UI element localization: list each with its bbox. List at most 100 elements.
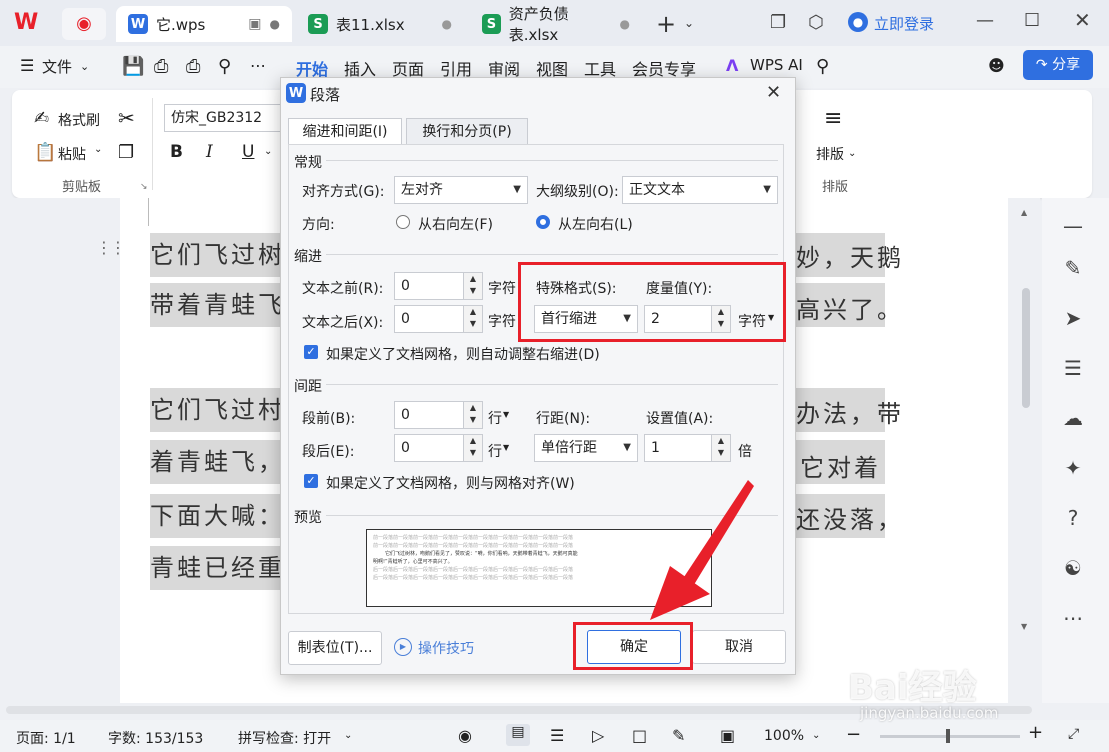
collapse-line-icon[interactable]: — (1060, 214, 1086, 240)
bold-button[interactable]: B (170, 142, 183, 162)
minimize-icon[interactable]: — (976, 10, 994, 31)
help-icon[interactable]: ? (1060, 506, 1086, 532)
tips-play-icon[interactable]: ▶ (394, 638, 412, 656)
ltr-label[interactable]: 从左向右(L) (558, 214, 633, 234)
shirt-icon[interactable]: ☯ (1060, 556, 1086, 582)
dialog-close-icon[interactable]: ✕ (766, 82, 781, 103)
format-brush-icon[interactable]: ✍ (34, 108, 49, 129)
print-icon[interactable]: ⎙ (186, 56, 200, 77)
doc-fragment[interactable]: 办法，带 (796, 394, 904, 429)
paste-chevron-icon[interactable]: ⌄ (94, 144, 102, 155)
wps-ai-menu[interactable]: WPS AI (750, 56, 803, 74)
wps-ai-icon[interactable]: Λ (726, 56, 738, 75)
grid-align-checkbox[interactable]: ✓ (304, 474, 318, 488)
pen-icon[interactable]: ✎ (1060, 256, 1086, 282)
copy-icon[interactable]: ❐ (118, 142, 134, 163)
docer-icon[interactable]: ◉ (62, 8, 106, 40)
doc-fragment[interactable]: 还没落， (796, 500, 904, 535)
auto-adjust-label[interactable]: 如果定义了文档网格，则自动调整右缩进(D) (326, 344, 600, 364)
indent-after-stepper[interactable]: ▲ ▼ (463, 305, 483, 333)
eye-icon[interactable]: ◉ (458, 726, 472, 745)
line-spacing-select[interactable]: 单倍行距 ▼ (534, 434, 638, 462)
cube-icon[interactable]: ⬡ (808, 12, 824, 33)
font-name-input[interactable]: 仿宋_GB2312 (164, 104, 282, 132)
chat-icon[interactable]: ☻ (988, 56, 1005, 75)
set-value-input[interactable]: 1 (644, 434, 712, 462)
zoom-in-icon[interactable]: + (1028, 722, 1043, 743)
zoom-chevron-icon[interactable]: ⌄ (812, 730, 820, 741)
space-after-input[interactable]: 0 (394, 434, 464, 462)
expand-icon[interactable]: ⤢ (1068, 726, 1079, 742)
indent-before-stepper[interactable]: ▲ ▼ (463, 272, 483, 300)
cloud-icon[interactable]: ☁ (1060, 406, 1086, 432)
indent-after-input[interactable]: 0 (394, 305, 464, 333)
space-before-input[interactable]: 0 (394, 401, 464, 429)
tab-wps-doc[interactable]: W 它.wps ▣ ● (116, 6, 292, 42)
save-icon[interactable]: 💾 (122, 56, 144, 77)
spell-chevron-icon[interactable]: ⌄ (344, 730, 352, 741)
tab-list-chevron-icon[interactable]: ⌄ (684, 16, 694, 30)
doc-fragment[interactable]: 高兴了。 (796, 290, 904, 325)
underline-chevron-icon[interactable]: ⌄ (264, 146, 272, 157)
share-button[interactable]: ↷ 分享 (1023, 50, 1093, 80)
zoom-slider[interactable] (880, 735, 1020, 738)
italic-button[interactable]: I (206, 142, 213, 162)
paste-label[interactable]: 粘贴 (58, 144, 86, 164)
maximize-icon[interactable]: ☐ (1024, 10, 1040, 31)
cut-icon[interactable]: ✂ (118, 106, 135, 130)
tab-stops-button[interactable]: 制表位(T)... (288, 631, 382, 665)
fit-page-icon[interactable]: ▣ (720, 726, 735, 745)
scroll-up-icon[interactable]: ▲ (1021, 208, 1027, 217)
doc-fragment[interactable]: 它对着 (800, 448, 881, 483)
write-view-icon[interactable]: ✎ (672, 726, 685, 745)
tips-link[interactable]: 操作技巧 (418, 638, 474, 658)
window-copy-icon[interactable]: ❐ (770, 12, 786, 33)
tab-xlsx-1[interactable]: S 表11.xlsx ● (296, 6, 464, 42)
wps-logo-icon[interactable]: W (14, 10, 46, 38)
new-tab-plus-icon[interactable]: + (656, 10, 676, 38)
scroll-down-icon[interactable]: ▼ (1021, 622, 1027, 631)
rtl-radio[interactable] (396, 215, 410, 229)
print-preview-icon[interactable]: ⚲ (218, 56, 231, 77)
space-before-stepper[interactable]: ▲ ▼ (463, 401, 483, 429)
more-dots-icon[interactable]: ⋯ (1060, 606, 1086, 632)
paste-icon[interactable]: 📋 (34, 142, 56, 163)
drag-handle-icon[interactable]: ⋮⋮ (96, 238, 126, 257)
spell-check[interactable]: 拼写检查: 打开 (238, 728, 331, 748)
hamburger-icon[interactable]: ☰ (20, 56, 34, 75)
indent-before-input[interactable]: 0 (394, 272, 464, 300)
file-menu[interactable]: 文件 (42, 56, 72, 77)
login-link[interactable]: 立即登录 (874, 13, 934, 34)
zoom-level[interactable]: 100% (764, 728, 804, 744)
underline-button[interactable]: U (242, 142, 254, 162)
set-value-stepper[interactable]: ▲ ▼ (711, 434, 731, 462)
unsaved-dot-icon[interactable]: ● (270, 17, 280, 31)
arrange-icon[interactable]: ≡ (824, 106, 842, 131)
doc-fragment[interactable]: 妙，天鹅 (796, 238, 904, 273)
word-count[interactable]: 字数: 153/153 (108, 728, 203, 748)
grid-align-label[interactable]: 如果定义了文档网格，则与网格对齐(W) (326, 473, 575, 493)
zoom-slider-thumb[interactable] (946, 729, 950, 743)
close-window-icon[interactable]: ✕ (1074, 8, 1091, 32)
outline-view-icon[interactable]: ☰ (550, 726, 564, 745)
space-before-unit[interactable]: 行 (488, 408, 502, 428)
outline-select[interactable]: 正文文本 ▼ (622, 176, 778, 204)
sliders-icon[interactable]: ☰ (1060, 356, 1086, 382)
arrange-chevron-icon[interactable]: ⌄ (848, 148, 856, 159)
read-view-icon[interactable]: □ (632, 726, 647, 745)
auto-adjust-checkbox[interactable]: ✓ (304, 345, 318, 359)
search-icon[interactable]: ⚲ (816, 56, 829, 77)
tab-xlsx-2[interactable]: S 资产负债表.xlsx ● (470, 5, 642, 44)
unsaved-dot-icon[interactable]: ● (442, 17, 452, 31)
doc-line-6[interactable]: 青蛙已经重 (150, 546, 290, 590)
export-icon[interactable]: ⎙ (154, 56, 168, 77)
arrange-label[interactable]: 排版 (816, 144, 844, 164)
ltr-radio[interactable] (536, 215, 550, 229)
rtl-label[interactable]: 从右向左(F) (418, 214, 493, 234)
unsaved-dot-icon[interactable]: ● (620, 17, 630, 31)
space-after-unit-arrow-icon[interactable]: ▼ (503, 443, 509, 452)
web-view-icon[interactable]: ▷ (592, 726, 604, 745)
align-select[interactable]: 左对齐 ▼ (394, 176, 528, 204)
vertical-scrollbar-thumb[interactable] (1022, 288, 1030, 408)
space-after-unit[interactable]: 行 (488, 441, 502, 461)
